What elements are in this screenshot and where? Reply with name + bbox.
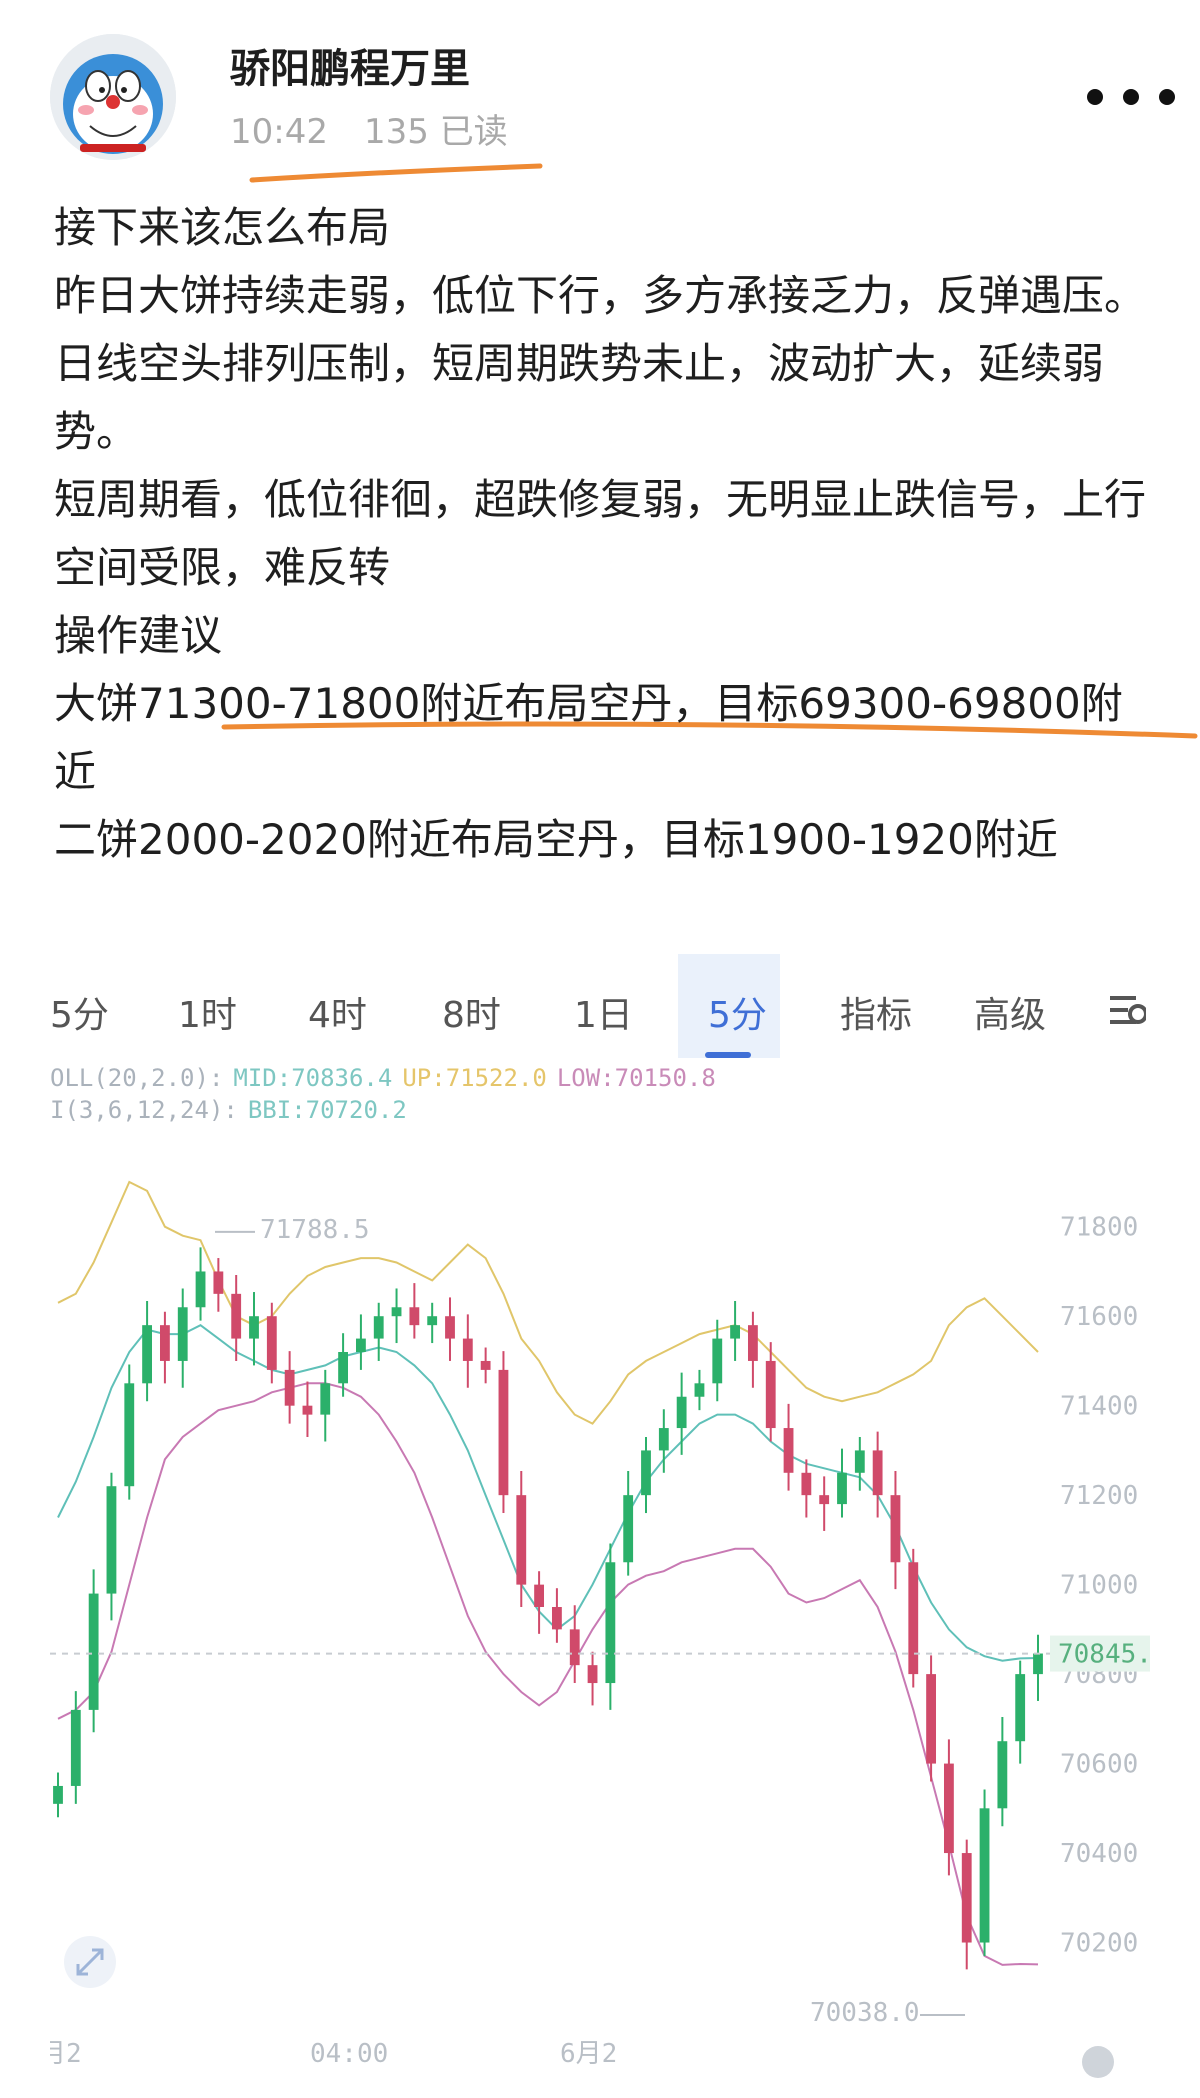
boll-lower-line <box>57 1382 1039 1966</box>
candle-body <box>195 1271 206 1308</box>
candle-body <box>320 1383 331 1415</box>
candle-body <box>872 1450 883 1496</box>
y-tick-label: 70200 <box>1060 1929 1138 1959</box>
candle-body <box>908 1562 919 1675</box>
candle-body <box>658 1428 669 1451</box>
candle-body <box>177 1307 188 1361</box>
candle-body <box>302 1405 313 1415</box>
candle-body <box>943 1763 954 1854</box>
candle-body <box>480 1360 491 1370</box>
candle-body <box>747 1325 758 1361</box>
candle-body <box>694 1383 705 1397</box>
candle-body <box>142 1325 153 1384</box>
current-price-label: 70845.9 <box>1058 1640 1150 1670</box>
candle-body <box>249 1316 259 1339</box>
candle-body <box>106 1486 117 1594</box>
candle-body <box>1015 1674 1026 1742</box>
candle-body <box>70 1709 81 1786</box>
post-paragraph: 二饼2000-2020附近布局空丹，目标1900-1920附近 <box>54 815 1058 864</box>
candle-body <box>819 1495 830 1505</box>
expand-icon[interactable] <box>64 1936 116 1988</box>
x-tick-label: 6月2 <box>560 2039 617 2069</box>
candle-body <box>284 1369 295 1406</box>
candle-body <box>605 1562 616 1684</box>
candle-body <box>979 1808 990 1943</box>
candle-body <box>569 1629 580 1666</box>
post-body: 接下来该怎么布局 昨日大饼持续走弱，低位下行，多方承接乏力，反弹遇压。日线空头排… <box>54 194 1164 874</box>
candle-body <box>124 1383 135 1487</box>
candle-body <box>355 1338 366 1352</box>
min-price-label: 70038.0 <box>810 1998 920 2028</box>
y-tick-label: 70600 <box>1060 1750 1138 1780</box>
candle-body <box>587 1665 598 1684</box>
candle-body <box>338 1352 349 1384</box>
candle-body <box>498 1369 509 1496</box>
candle-body <box>1033 1653 1043 1675</box>
candlestick-chart[interactable]: 7180071600714007120071000708007060070400… <box>50 952 1150 2098</box>
candle-body <box>391 1307 402 1317</box>
x-tick-label: 月2 <box>50 2039 82 2069</box>
post-paragraph: 昨日大饼持续走弱，低位下行，多方承接乏力，反弹遇压。日线空头排列压制，短周期跌势… <box>54 271 1147 456</box>
candle-body <box>854 1450 865 1473</box>
candle-body <box>676 1396 687 1429</box>
y-tick-label: 71000 <box>1060 1571 1138 1601</box>
y-tick-label: 71600 <box>1060 1302 1138 1332</box>
candle-body <box>409 1307 420 1326</box>
candle-body <box>801 1472 812 1496</box>
candle-body <box>427 1316 438 1326</box>
y-tick-label: 71800 <box>1060 1213 1138 1243</box>
post-paragraph: 大饼71300-71800附近布局空丹，目标69300-69800附近 <box>54 679 1123 796</box>
candle-body <box>641 1450 651 1496</box>
candle-body <box>445 1316 455 1339</box>
y-tick-label: 71400 <box>1060 1392 1138 1422</box>
candle-body <box>231 1293 242 1339</box>
candle-body <box>551 1607 562 1630</box>
candle-body <box>623 1495 634 1563</box>
post-paragraph: 接下来该怎么布局 <box>54 203 391 252</box>
candle-body <box>88 1593 99 1710</box>
candle-body <box>730 1325 741 1339</box>
candle-body <box>712 1338 723 1384</box>
x-tick-label: 04:00 <box>310 2039 388 2069</box>
candle-body <box>997 1741 1008 1809</box>
candle-body <box>837 1472 847 1505</box>
max-price-label: 71788.5 <box>260 1215 370 1245</box>
candle-body <box>159 1325 170 1361</box>
chart-screenshot[interactable]: 5分 1时 4时 8时 1日 5分 指标 高级 OLL(20,2.0): MID:… <box>50 952 1150 2098</box>
candle-body <box>213 1271 224 1294</box>
candle-body <box>534 1584 545 1607</box>
chart-info-icon[interactable] <box>1082 2046 1114 2078</box>
post-paragraph: 操作建议 <box>54 611 223 660</box>
candle-body <box>373 1316 384 1339</box>
candle-body <box>266 1316 277 1370</box>
candle-body <box>961 1853 972 1943</box>
candle-body <box>462 1338 473 1361</box>
post-paragraph: 短周期看，低位徘徊，超跌修复弱，无明显止跌信号，上行空间受限，难反转 <box>54 475 1147 592</box>
candle-body <box>926 1674 937 1764</box>
candle-body <box>765 1360 776 1429</box>
y-tick-label: 70400 <box>1060 1839 1138 1869</box>
candle-body <box>516 1495 527 1585</box>
candle-body <box>890 1495 901 1563</box>
candle-body <box>53 1785 63 1804</box>
y-tick-label: 71200 <box>1060 1481 1138 1511</box>
candle-body <box>783 1428 794 1473</box>
